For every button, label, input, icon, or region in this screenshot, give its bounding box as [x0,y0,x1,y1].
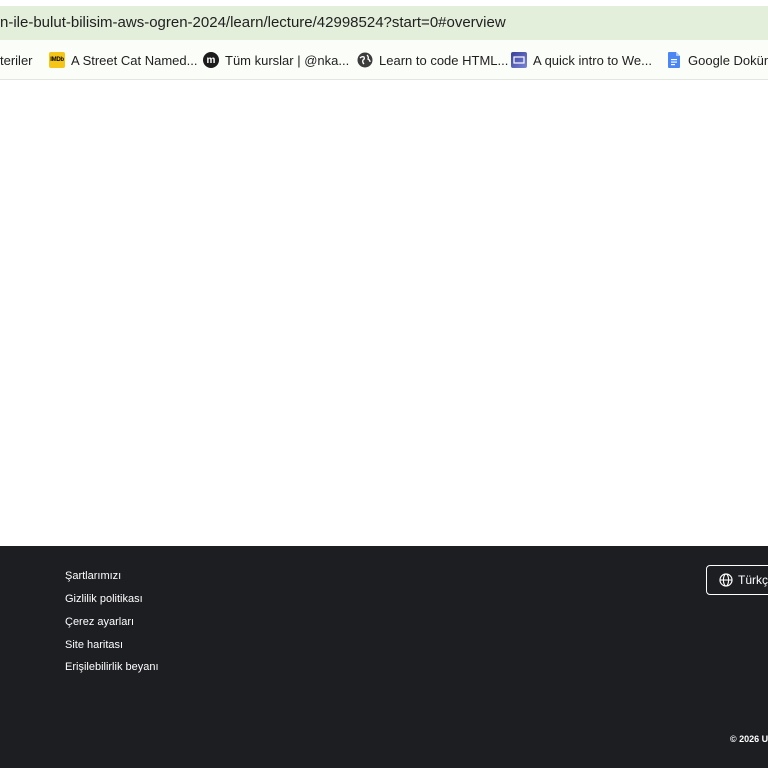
bookmark-label: Tüm kurslar | @nka... [225,52,350,68]
bookmark-label: A Street Cat Named... [71,52,198,68]
language-button[interactable]: Türkçe [706,565,768,595]
language-label: Türkçe [738,573,768,587]
url-text[interactable]: n-ile-bulut-bilisim-aws-ogren-2024/learn… [0,14,506,31]
bookmark-label: A quick intro to We... [533,52,652,68]
imdb-icon: IMDb [49,52,65,68]
browser-window: n-ile-bulut-bilisim-aws-ogren-2024/learn… [0,0,768,768]
footer-link-terms[interactable]: Şartlarımızı [65,570,121,582]
footer-link-sitemap[interactable]: Site haritası [65,639,123,651]
dev-icon [511,52,527,68]
footer-link-privacy[interactable]: Gizlilik politikası [65,593,143,605]
bookmark-quick-intro[interactable]: A quick intro to We... [511,50,652,70]
address-bar[interactable]: n-ile-bulut-bilisim-aws-ogren-2024/learn… [0,6,768,40]
bookmark-google-docs[interactable]: Google Doküm [666,50,768,70]
globe-icon [357,52,373,68]
bookmark-label: Google Doküm [688,52,768,68]
google-docs-icon [666,52,682,68]
page-content [0,80,768,546]
bookmark-street-cat[interactable]: IMDb A Street Cat Named... [49,50,197,70]
bookmarks-bar: teriler IMDb A Street Cat Named... m Tüm… [0,40,768,80]
bookmark-tum-kurslar[interactable]: m Tüm kurslar | @nka... [203,50,349,70]
globe-icon [719,573,733,587]
bookmark-learn-html[interactable]: Learn to code HTML... [357,50,508,70]
m-logo-icon: m [203,52,219,68]
copyright-text: © 2026 U [730,734,768,744]
footer: Şartlarımızı Gizlilik politikası Çerez a… [0,546,768,768]
bookmark-teriler[interactable]: teriler [0,50,33,70]
footer-link-cookies[interactable]: Çerez ayarları [65,616,134,628]
bookmark-label: teriler [0,52,33,68]
bookmark-label: Learn to code HTML... [379,52,509,68]
footer-link-accessibility[interactable]: Erişilebilirlik beyanı [65,661,159,673]
